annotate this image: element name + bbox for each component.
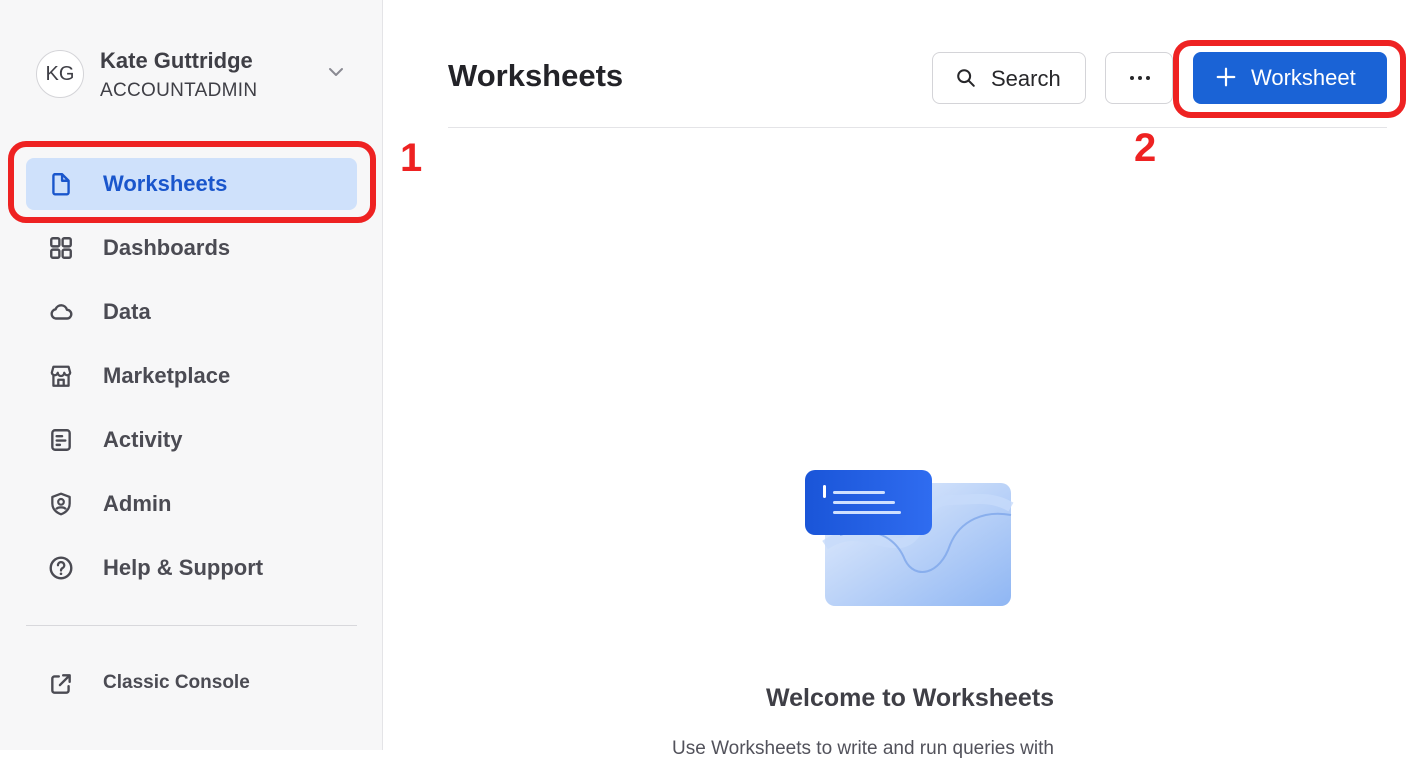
sidebar-item-label: Activity (103, 427, 183, 452)
external-link-icon (51, 674, 71, 694)
search-icon (957, 69, 975, 87)
sidebar-item-label: Data (103, 299, 151, 324)
search-button[interactable]: Search (932, 52, 1086, 104)
sidebar-item-data[interactable]: Data (26, 286, 357, 338)
search-button-label: Search (991, 66, 1061, 91)
empty-state-subtitle: Use Worksheets to write and run queries … (672, 738, 1054, 759)
grid-icon (50, 237, 72, 259)
sidebar-divider (26, 625, 357, 626)
user-name: Kate Guttridge (100, 48, 253, 73)
annotation-highlight-1 (8, 141, 376, 223)
sidebar: KG Kate Guttridge ACCOUNTADMIN Worksheet… (0, 0, 383, 750)
empty-state-title: Welcome to Worksheets (766, 684, 1055, 712)
sidebar-item-label: Admin (103, 491, 172, 516)
help-circle-icon (49, 556, 73, 580)
annotation-number-1: 1 (400, 136, 423, 180)
sidebar-item-activity[interactable]: Activity (26, 414, 357, 466)
sidebar-item-label: Help & Support (103, 555, 264, 580)
avatar: KG (36, 50, 84, 98)
more-horizontal-icon (1130, 76, 1150, 80)
shield-user-icon (51, 492, 71, 516)
user-menu[interactable]: KG Kate Guttridge ACCOUNTADMIN (36, 48, 366, 104)
sidebar-item-marketplace[interactable]: Marketplace (26, 350, 357, 402)
cloud-icon (50, 304, 73, 320)
sidebar-item-label: Dashboards (103, 235, 231, 260)
classic-console-label: Classic Console (103, 672, 250, 693)
chevron-down-icon[interactable] (326, 62, 346, 82)
classic-console-link[interactable]: Classic Console (26, 660, 357, 708)
worksheet-illustration (805, 470, 1014, 606)
user-role: ACCOUNTADMIN (100, 80, 258, 101)
sidebar-item-dashboards[interactable]: Dashboards (26, 222, 357, 274)
activity-log-icon (51, 429, 71, 451)
sidebar-item-help-support[interactable]: Help & Support (26, 542, 357, 594)
header-divider (448, 127, 1387, 128)
storefront-icon (50, 365, 72, 387)
more-options-button[interactable] (1105, 52, 1173, 104)
sidebar-item-admin[interactable]: Admin (26, 478, 357, 530)
sidebar-item-label: Marketplace (103, 363, 231, 388)
annotation-highlight-2 (1173, 40, 1406, 118)
page-title: Worksheets (448, 58, 624, 93)
annotation-number-2: 2 (1134, 126, 1157, 170)
